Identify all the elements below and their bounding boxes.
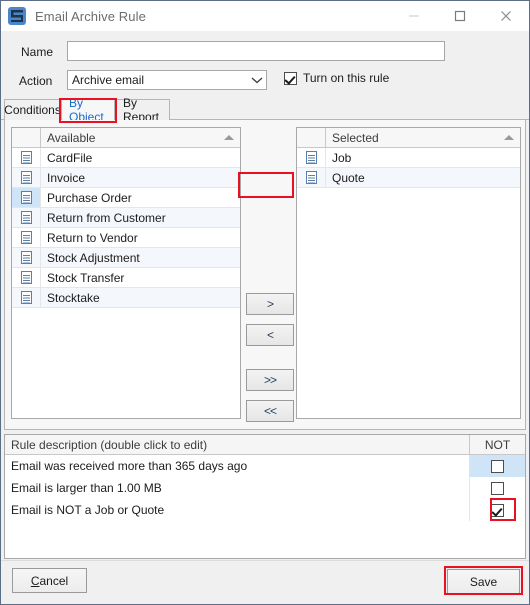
- document-icon-cell: [12, 228, 41, 247]
- by-object-tab-page: Available CardFile Invoice Purchase Orde…: [4, 120, 526, 430]
- document-icon-cell: [12, 288, 41, 307]
- not-checkbox[interactable]: [491, 459, 504, 473]
- document-icon-cell: [12, 148, 41, 167]
- turn-on-rule-label: Turn on this rule: [303, 71, 390, 85]
- tab-by-object[interactable]: By Object: [61, 96, 115, 124]
- not-cell[interactable]: [470, 499, 525, 521]
- document-icon: [20, 291, 32, 304]
- title-bar: Email Archive Rule: [1, 1, 529, 32]
- turn-on-rule-row[interactable]: Turn on this rule: [284, 71, 389, 85]
- document-icon: [305, 151, 317, 164]
- document-icon-cell: [12, 268, 41, 287]
- list-item-label: Stock Adjustment: [47, 250, 140, 265]
- window-title: Email Archive Rule: [35, 8, 146, 24]
- sort-ascending-icon: [224, 135, 234, 140]
- available-header-icon-column: [12, 128, 41, 147]
- not-checkbox[interactable]: [491, 503, 504, 517]
- email-archive-rule-dialog: Email Archive Rule Name Action Archive e…: [0, 0, 530, 605]
- rule-description-text: Email is larger than 1.00 MB: [5, 477, 470, 499]
- cancel-label-rest: ancel: [39, 573, 69, 588]
- document-icon-cell: [297, 148, 326, 167]
- rule-description-text: Email was received more than 365 days ag…: [5, 455, 470, 477]
- document-icon: [20, 231, 32, 244]
- turn-on-rule-checkbox[interactable]: [284, 71, 297, 85]
- list-item-label: Stock Transfer: [47, 270, 125, 285]
- list-item[interactable]: Purchase Order: [12, 188, 240, 208]
- available-list[interactable]: Available CardFile Invoice Purchase Orde…: [11, 127, 241, 419]
- table-row[interactable]: Email is NOT a Job or Quote: [5, 499, 525, 521]
- list-item-label: Invoice: [47, 170, 86, 185]
- cancel-accel-char: C: [30, 573, 40, 588]
- document-icon: [20, 271, 32, 284]
- list-item[interactable]: Stocktake: [12, 288, 240, 308]
- list-item[interactable]: Quote: [297, 168, 520, 188]
- rule-form: Name Action Archive email Turn on this r…: [1, 31, 529, 98]
- selected-header-main[interactable]: Selected: [326, 128, 520, 147]
- tab-strip: Conditions By Object By Report: [1, 96, 529, 124]
- document-icon-cell: [297, 168, 326, 187]
- rule-description-header-label: Rule description (double click to edit): [5, 435, 470, 454]
- list-item[interactable]: Stock Adjustment: [12, 248, 240, 268]
- cancel-button[interactable]: Cancel: [12, 568, 87, 593]
- close-button[interactable]: [483, 1, 529, 31]
- add-all-button[interactable]: >>: [246, 369, 294, 391]
- list-item[interactable]: Return to Vendor: [12, 228, 240, 248]
- available-list-header: Available: [12, 128, 240, 148]
- available-header-label: Available: [47, 130, 96, 145]
- list-item[interactable]: CardFile: [12, 148, 240, 168]
- list-item-label: CardFile: [47, 150, 93, 165]
- list-item[interactable]: Job: [297, 148, 520, 168]
- document-icon: [305, 171, 317, 184]
- document-icon: [20, 251, 32, 264]
- list-item[interactable]: Invoice: [12, 168, 240, 188]
- list-item-label: Quote: [332, 170, 365, 185]
- tab-conditions[interactable]: Conditions: [4, 99, 61, 120]
- list-item-label: Return to Vendor: [47, 230, 138, 245]
- document-icon: [20, 151, 32, 164]
- list-item[interactable]: Stock Transfer: [12, 268, 240, 288]
- not-column-header: NOT: [484, 437, 511, 452]
- name-label: Name: [21, 45, 54, 59]
- list-item[interactable]: Return from Customer: [12, 208, 240, 228]
- maximize-button[interactable]: [437, 1, 483, 31]
- action-label: Action: [19, 74, 53, 88]
- document-icon-cell: [12, 188, 41, 207]
- selected-list[interactable]: Selected Job Quote: [296, 127, 521, 419]
- table-row[interactable]: Email is larger than 1.00 MB: [5, 477, 525, 499]
- document-icon: [20, 211, 32, 224]
- selected-list-header: Selected: [297, 128, 520, 148]
- tab-by-report[interactable]: By Report: [115, 96, 170, 124]
- document-icon: [20, 171, 32, 184]
- chevron-down-icon: [248, 76, 266, 84]
- remove-all-button[interactable]: <<: [246, 400, 294, 422]
- document-icon: [20, 191, 32, 204]
- document-icon-cell: [12, 208, 41, 227]
- rule-description-text: Email is NOT a Job or Quote: [5, 499, 470, 521]
- table-row[interactable]: Email was received more than 365 days ag…: [5, 455, 525, 477]
- remove-button[interactable]: <: [246, 324, 294, 346]
- list-item-label: Stocktake: [47, 290, 100, 305]
- document-icon-cell: [12, 168, 41, 187]
- email-app-icon: [8, 7, 26, 25]
- list-item-label: Return from Customer: [47, 210, 166, 225]
- name-input[interactable]: [67, 41, 445, 61]
- available-header-main[interactable]: Available: [41, 128, 240, 147]
- action-selected-value: Archive email: [72, 73, 145, 87]
- minimize-button[interactable]: [391, 1, 437, 31]
- not-cell[interactable]: [470, 477, 525, 499]
- selected-header-icon-column: [297, 128, 326, 147]
- window-controls: [391, 1, 529, 31]
- document-icon-cell: [12, 248, 41, 267]
- sort-ascending-icon: [504, 135, 514, 140]
- list-item-label: Job: [332, 150, 352, 165]
- rule-description-grid[interactable]: Rule description (double click to edit) …: [4, 434, 526, 559]
- not-checkbox[interactable]: [491, 481, 504, 495]
- not-cell[interactable]: [470, 455, 525, 477]
- list-item-label: Purchase Order: [47, 190, 132, 205]
- action-dropdown[interactable]: Archive email: [67, 70, 267, 90]
- add-button[interactable]: >: [246, 293, 294, 315]
- save-button[interactable]: Save: [447, 569, 520, 594]
- rule-description-header: Rule description (double click to edit) …: [5, 435, 525, 455]
- selected-header-label: Selected: [332, 130, 379, 145]
